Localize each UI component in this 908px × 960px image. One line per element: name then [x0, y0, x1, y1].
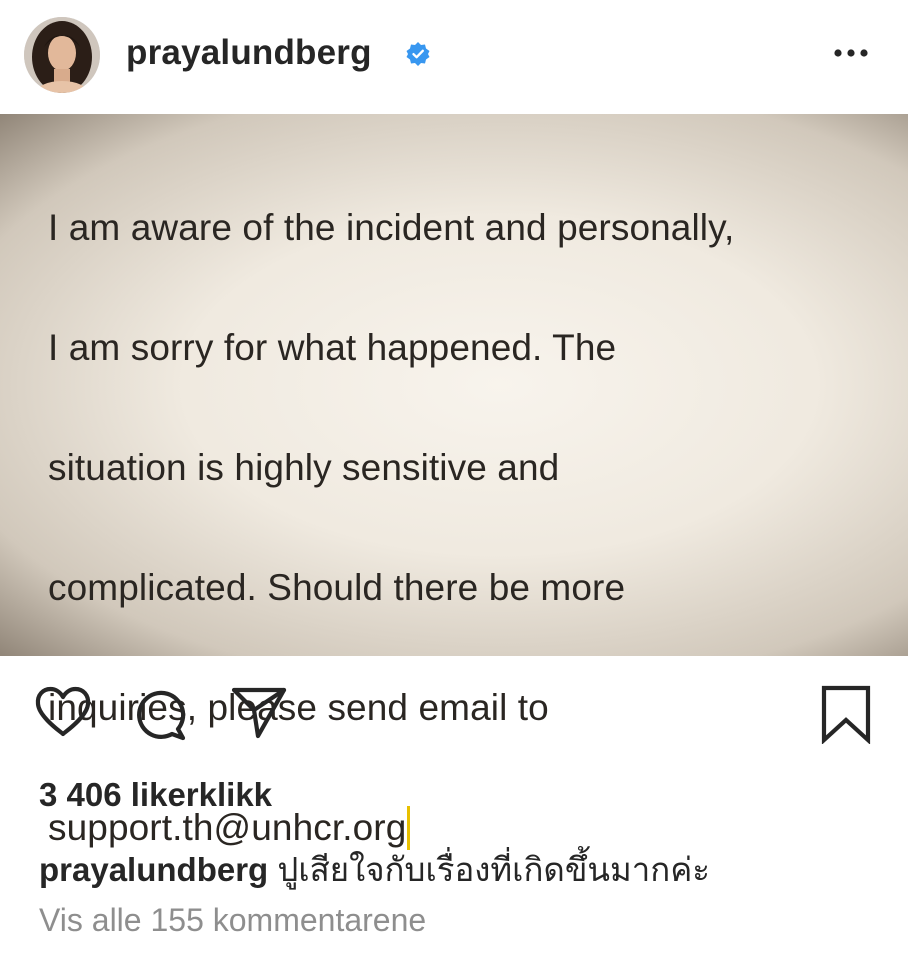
- likes-count[interactable]: 3 406 likerklikk: [39, 776, 272, 814]
- caption-text: ปูเสียใจกับเรื่องที่เกิดขึ้นมากค่ะ: [277, 851, 711, 888]
- caption-username[interactable]: prayalundberg: [39, 851, 268, 888]
- ellipsis-icon[interactable]: [826, 38, 876, 68]
- comment-icon[interactable]: [132, 686, 188, 742]
- view-comments-link[interactable]: Vis alle 155 kommentarene: [39, 902, 426, 939]
- verified-badge-icon: [406, 42, 430, 66]
- share-icon[interactable]: [230, 684, 288, 740]
- post-caption: prayalundberg ปูเสียใจกับเรื่องที่เกิดขึ…: [39, 843, 710, 896]
- username[interactable]: prayalundberg: [126, 33, 372, 73]
- bookmark-icon[interactable]: [818, 684, 874, 744]
- statement-line: I am aware of the incident and personall…: [48, 207, 735, 248]
- avatar[interactable]: [24, 17, 100, 93]
- post-header: prayalundberg: [0, 0, 908, 110]
- heart-icon[interactable]: [34, 686, 92, 738]
- statement-line: complicated. Should there be more: [48, 567, 626, 608]
- statement-line: situation is highly sensitive and: [48, 447, 560, 488]
- statement-line: I am sorry for what happened. The: [48, 327, 617, 368]
- avatar-photo: [24, 17, 100, 93]
